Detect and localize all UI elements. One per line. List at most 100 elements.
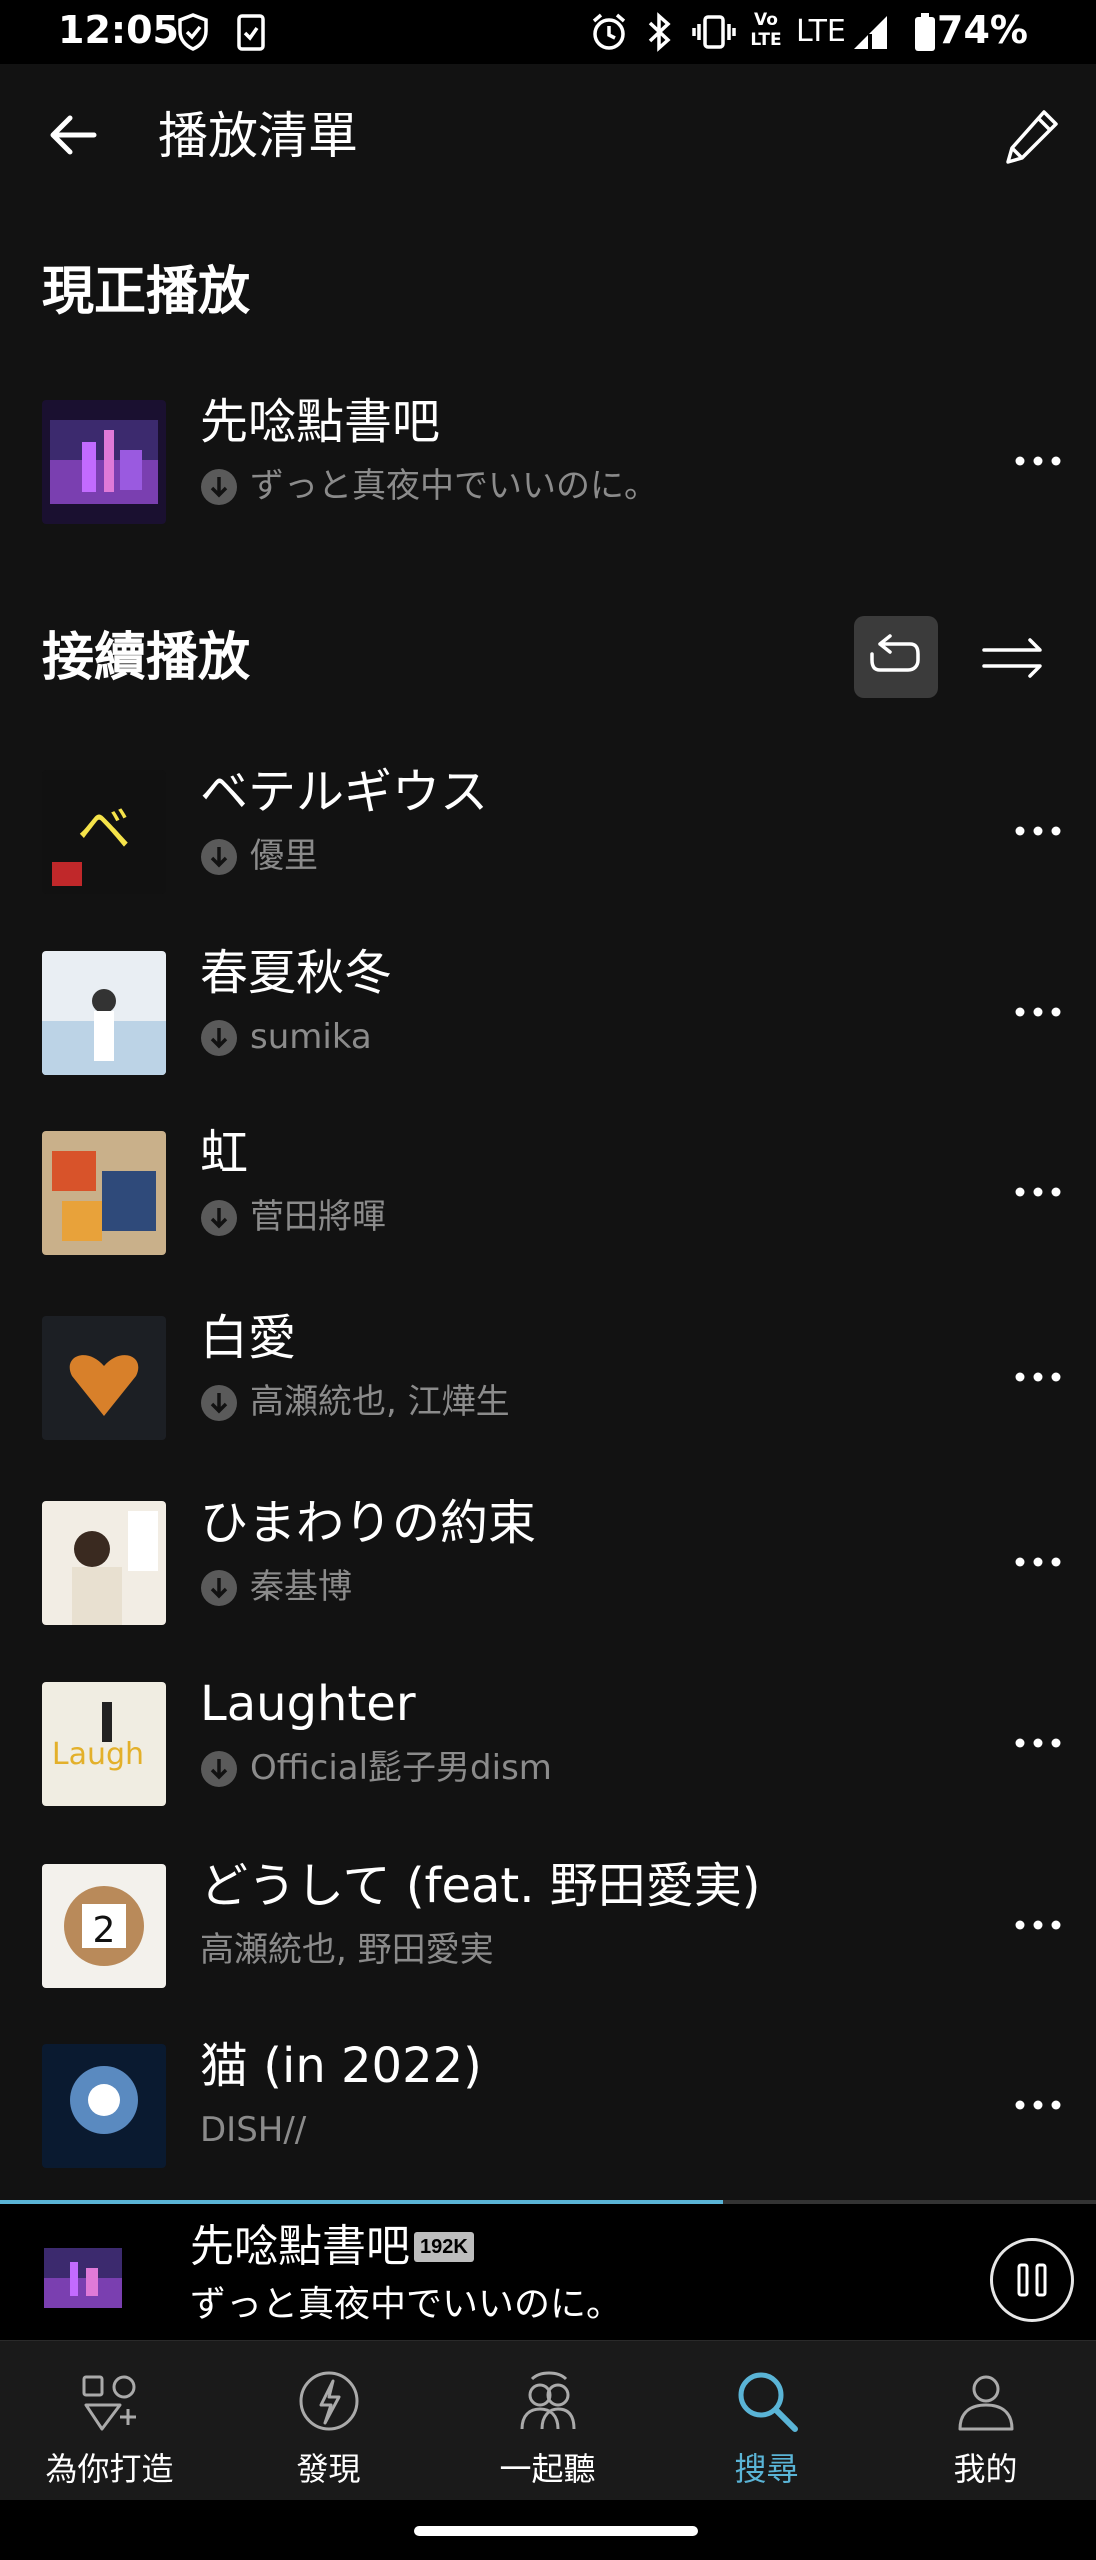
track-artist: 優里 [250,836,318,876]
queue-row[interactable]: 猫 (in 2022) DISH// [0,2030,1096,2170]
home-gesture-pill[interactable] [414,2526,698,2536]
bottom-nav: 為你打造 發現 一起聽 搜尋 我的 [0,2340,1096,2500]
for-you-icon [82,2375,136,2431]
nav-profile[interactable]: 我的 [876,2341,1095,2501]
listen-together-icon [520,2371,576,2430]
compass-icon [299,2371,359,2431]
vibrate-icon [692,15,736,49]
more-options-icon[interactable] [1006,1718,1070,1768]
track-artist: DISH// [200,2110,307,2150]
mini-player-artist: ずっと真夜中でいいのに。 [190,2284,623,2325]
svg-text:ベ: ベ [77,798,131,861]
more-options-icon[interactable] [1006,2080,1070,2130]
mini-album-art [44,2248,122,2308]
signal-icon [854,16,887,49]
playback-progress-fill [0,2200,724,2204]
nav-discover[interactable]: 發現 [219,2341,438,2501]
back-button[interactable] [40,102,106,168]
repeat-icon [870,634,920,672]
now-playing-heading: 現正播放 [42,262,251,322]
downloaded-icon [201,469,237,505]
downloaded-icon [201,1385,237,1421]
album-art [42,1131,166,1255]
track-title: 春夏秋冬 [200,945,393,1001]
quality-badge: 192K [414,2232,474,2262]
more-options-icon[interactable] [1006,806,1070,856]
track-artist: ずっと真夜中でいいのに。 [250,466,658,506]
queue-row[interactable]: 春夏秋冬 sumika [0,937,1096,1077]
gesture-bar [0,2500,1096,2560]
track-title: 白愛 [200,1310,297,1366]
track-artist: 高瀬統也, 江燁生 [250,1382,510,1422]
repeat-button[interactable] [854,616,938,698]
nav-label: 我的 [953,2450,1018,2488]
nav-for-you[interactable]: 為你打造 [0,2341,219,2501]
track-artist: 高瀬統也, 野田愛実 [200,1930,494,1970]
track-title: 虹 [200,1125,249,1181]
track-artist: 秦基博 [250,1567,352,1607]
queue-row[interactable]: 2 どうして (feat. 野田愛実) 高瀬統也, 野田愛実 [0,1850,1096,1990]
more-options-icon[interactable] [1006,987,1070,1037]
queue-row[interactable]: 白愛高瀬統也, 江燁生 [0,1302,1096,1442]
shuffle-button[interactable] [972,616,1054,698]
nav-search[interactable]: 搜尋 [657,2341,876,2501]
queue-row[interactable]: ベ ベテルギウス優里 [0,756,1096,896]
shield-icon [178,13,208,51]
volte-icon: Vo LTE [750,10,782,50]
downloaded-icon [201,1751,237,1787]
track-title: ベテルギウス [200,764,489,820]
up-next-heading: 接續播放 [42,628,251,688]
alarm-icon [592,13,626,50]
network-type: LTE [796,14,846,49]
track-title: ひまわりの約束 [200,1495,537,1551]
album-art [42,400,166,524]
clipboard-check-icon [237,14,265,51]
track-title: 先唸點書吧 [200,394,441,450]
track-title: 猫 (in 2022) [200,2038,482,2094]
more-options-icon[interactable] [1006,436,1070,486]
mini-player-title: 先唸點書吧 [190,2221,410,2272]
track-artist: Official髭子男dism [250,1748,552,1788]
track-title: Laughter [200,1676,416,1732]
album-art: 2 [42,1864,166,1988]
pause-icon [1017,2263,1047,2297]
downloaded-icon [201,1570,237,1606]
status-time: 12:05 [58,8,179,52]
track-title: どうして (feat. 野田愛実) [200,1858,761,1914]
track-artist: 菅田將暉 [250,1197,386,1237]
album-art [42,2044,166,2168]
svg-text:2: 2 [93,1910,116,1951]
mini-player[interactable]: 先唸點書吧 192K ずっと真夜中でいいのに。 [0,2200,1096,2340]
now-playing-track[interactable]: 先唸點書吧 ずっと真夜中でいいのに。 [0,386,1096,526]
bluetooth-icon [648,12,671,52]
track-artist: sumika [250,1017,372,1057]
album-art [42,951,166,1075]
profile-icon [958,2375,1014,2431]
nav-label: 發現 [296,2450,361,2488]
album-art: Laugh [42,1682,166,1806]
page-title: 播放清單 [158,107,358,165]
queue-row[interactable]: Laugh Laughter Official髭子男dism [0,1668,1096,1808]
album-art [42,1501,166,1625]
downloaded-icon [201,1200,237,1236]
album-art [42,1316,166,1440]
queue-row[interactable]: ひまわりの約束秦基博 [0,1487,1096,1627]
nav-label: 搜尋 [734,2450,799,2488]
more-options-icon[interactable] [1006,1167,1070,1217]
nav-listen-together[interactable]: 一起聽 [438,2341,657,2501]
battery-percent: 74% [937,8,1028,52]
edit-pencil-icon[interactable] [1000,106,1062,168]
downloaded-icon [201,1020,237,1056]
more-options-icon[interactable] [1006,1537,1070,1587]
battery-icon [915,13,935,51]
nav-label: 為你打造 [45,2450,174,2488]
search-icon [738,2372,798,2432]
more-options-icon[interactable] [1006,1352,1070,1402]
pause-button[interactable] [990,2238,1074,2322]
more-options-icon[interactable] [1006,1900,1070,1950]
nav-label: 一起聽 [499,2450,596,2488]
svg-text:Laugh: Laugh [52,1737,144,1772]
downloaded-icon [201,839,237,875]
status-bar: 12:05 Vo LTE LTE 74% [0,0,1096,64]
queue-row[interactable]: 虹菅田將暉 [0,1117,1096,1257]
